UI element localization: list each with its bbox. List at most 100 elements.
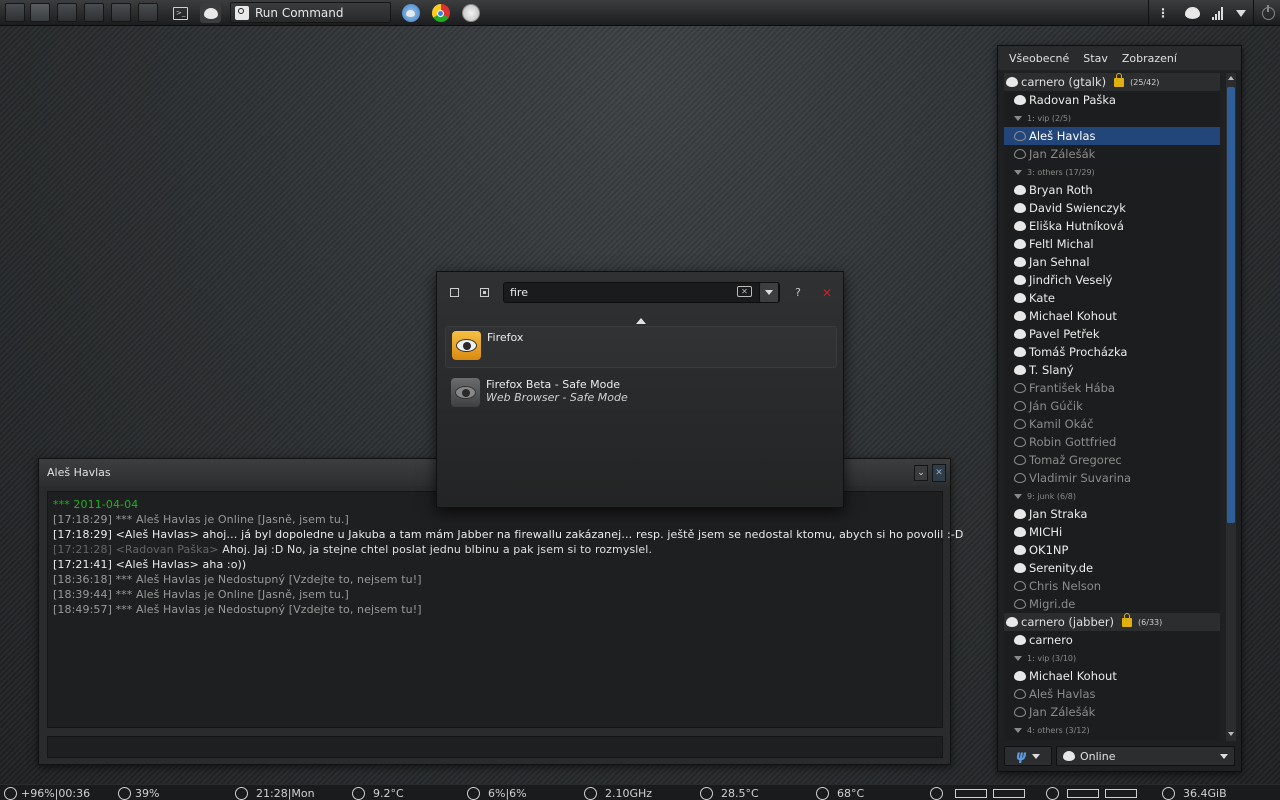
history-dropdown-button[interactable] <box>759 282 779 303</box>
menu-status[interactable]: Stav <box>1083 52 1108 65</box>
close-button[interactable]: ✕ <box>817 282 837 303</box>
desktop-6-button[interactable] <box>138 3 158 22</box>
desktop-4-button[interactable] <box>84 3 104 22</box>
lock-icon <box>1114 73 1125 87</box>
chat-close-button[interactable]: ✕ <box>932 464 946 482</box>
tray-network-button[interactable] <box>1207 3 1227 23</box>
contact-item[interactable]: OK1NP <box>1004 541 1220 559</box>
wifi-graph-widget[interactable] <box>1046 787 1137 800</box>
network-graph-widget[interactable] <box>930 787 1025 800</box>
contact-item[interactable]: Eliška Hutníková <box>1004 217 1220 235</box>
contact-item[interactable]: Robin Gottfried <box>1004 433 1220 451</box>
status-select[interactable]: Online <box>1056 746 1235 766</box>
result-item-firefox[interactable]: Firefox <box>445 326 837 368</box>
contact-item[interactable]: Serenity.de <box>1004 559 1220 577</box>
help-button[interactable]: ? <box>788 282 808 303</box>
contact-item[interactable]: David Swienczyk <box>1004 199 1220 217</box>
contact-item[interactable]: Pavel Petřek <box>1004 325 1220 343</box>
tray-chat-button[interactable] <box>1182 3 1202 23</box>
safari-task-button[interactable] <box>460 3 481 23</box>
contact-item[interactable]: Michael Kohout <box>1004 307 1220 325</box>
menu-general[interactable]: Všeobecné <box>1009 52 1069 65</box>
weather-widget[interactable]: 9.2°C <box>352 787 404 800</box>
desktop-5-button[interactable] <box>111 3 131 22</box>
terminal-task-button[interactable]: >_ <box>170 3 191 23</box>
group-header[interactable]: 4: others (3/12) <box>1004 721 1220 739</box>
close-icon: ✕ <box>821 285 833 300</box>
terminal-icon: >_ <box>173 6 188 20</box>
contact-item[interactable]: Feltl Michal <box>1004 235 1220 253</box>
chat-log[interactable]: *** 2011-04-04 [17:18:29] *** Aleš Havla… <box>47 491 963 728</box>
temperature-value: 28.5°C <box>721 787 759 800</box>
contact-item[interactable]: Chris Nelson <box>1004 577 1220 595</box>
group-header[interactable]: 9: junk (6/8) <box>1004 487 1220 505</box>
account-header[interactable]: carnero (gtalk) (25/42) <box>1004 73 1220 91</box>
contact-item[interactable]: Bryan Roth <box>1004 181 1220 199</box>
desktop-1-button[interactable] <box>5 3 25 22</box>
tray-menu-button[interactable]: ⋮ <box>1153 3 1173 23</box>
temperature-widget[interactable]: 28.5°C <box>700 787 759 800</box>
run-command-task-button[interactable]: Run Command <box>230 2 391 23</box>
contact-item[interactable]: Migri.de <box>1004 595 1220 613</box>
desktop-3-button[interactable] <box>57 3 77 22</box>
contact-list-scrollbar[interactable] <box>1226 73 1236 741</box>
contact-item[interactable]: Jan Sehnal <box>1004 253 1220 271</box>
scroll-down-button[interactable] <box>1227 729 1235 739</box>
contact-item[interactable]: Aleš Havlas <box>1004 127 1220 145</box>
firefox-icon <box>452 331 481 360</box>
contact-item[interactable]: Radovan Paška <box>1004 91 1220 109</box>
group-header[interactable]: 1: vip (2/5) <box>1004 109 1220 127</box>
disk-widget[interactable]: 36.4GiB <box>1162 787 1227 800</box>
contact-item[interactable]: Jan Straka <box>1004 505 1220 523</box>
configure-button[interactable] <box>444 282 464 303</box>
chat-task-button[interactable] <box>200 3 221 23</box>
cpu-widget[interactable]: 6%|6% <box>467 787 527 800</box>
wifi-graph <box>1067 789 1099 798</box>
account-menu-button[interactable]: ψ <box>1004 746 1052 766</box>
group-header[interactable]: 1: vip (3/10) <box>1004 649 1220 667</box>
contact-list[interactable]: carnero (gtalk) (25/42) Radovan Paška 1: vi… <box>1004 73 1220 741</box>
contact-name: Ján Gúčik <box>1029 399 1083 413</box>
group-header[interactable]: 3: others (17/29) <box>1004 163 1220 181</box>
account-header[interactable]: carnero (jabber) (6/33) <box>1004 612 1220 631</box>
contact-item[interactable]: Kamil Okáč <box>1004 415 1220 433</box>
desktop-2-button[interactable] <box>30 3 50 22</box>
clock-widget[interactable]: 21:28|Mon <box>235 787 315 800</box>
battery-widget[interactable]: +96%|00:36 <box>4 787 90 800</box>
clear-search-button[interactable]: ✕ <box>737 286 752 297</box>
contact-item[interactable]: Jindřich Veselý <box>1004 271 1220 289</box>
contact-item[interactable]: Michael Kohout <box>1004 667 1220 685</box>
contact-name: Jan Straka <box>1029 507 1088 521</box>
show-activity-button[interactable] <box>474 282 494 303</box>
chrome-icon <box>431 4 450 22</box>
contact-item[interactable]: Ján Gúčik <box>1004 397 1220 415</box>
temperature-value-2: 68°C <box>837 787 865 800</box>
shutdown-button[interactable] <box>1258 3 1278 23</box>
contact-item[interactable]: T. Slaný <box>1004 361 1220 379</box>
menu-view[interactable]: Zobrazení <box>1122 52 1177 65</box>
contact-item[interactable]: MICHi <box>1004 523 1220 541</box>
contact-item[interactable]: Jan Zálešák <box>1004 145 1220 163</box>
messenger-task-button[interactable] <box>400 3 421 23</box>
chat-message-input[interactable] <box>47 736 943 758</box>
contact-item[interactable]: Tomaž Gregorec <box>1004 451 1220 469</box>
scroll-up-button[interactable] <box>1227 73 1235 83</box>
contact-item[interactable]: carnero <box>1004 631 1220 649</box>
contact-item[interactable]: Kate <box>1004 289 1220 307</box>
contact-item[interactable]: Tomáš Procházka <box>1004 343 1220 361</box>
volume-widget[interactable]: 39% <box>118 787 159 800</box>
result-item-firefox-beta[interactable]: Firefox Beta - Safe Mode Web Browser - S… <box>445 374 837 416</box>
contact-item[interactable]: Jan Zálešák <box>1004 703 1220 721</box>
chrome-task-button[interactable] <box>430 3 451 23</box>
cpu-frequency-widget[interactable]: 2.10GHz <box>584 787 652 800</box>
temperature-widget-2[interactable]: 68°C <box>816 787 864 800</box>
contact-item[interactable]: Aleš Havlas <box>1004 685 1220 703</box>
contact-item[interactable]: František Hába <box>1004 379 1220 397</box>
search-query: fire <box>510 286 528 299</box>
wifi-graph-2 <box>1105 789 1137 798</box>
tray-expand-button[interactable] <box>1231 3 1251 23</box>
contact-name: Jan Zálešák <box>1029 147 1096 161</box>
chat-collapse-button[interactable]: ⌄ <box>914 465 928 481</box>
scroll-thumb[interactable] <box>1227 87 1235 523</box>
contact-item[interactable]: Vladimir Suvarina <box>1004 469 1220 487</box>
